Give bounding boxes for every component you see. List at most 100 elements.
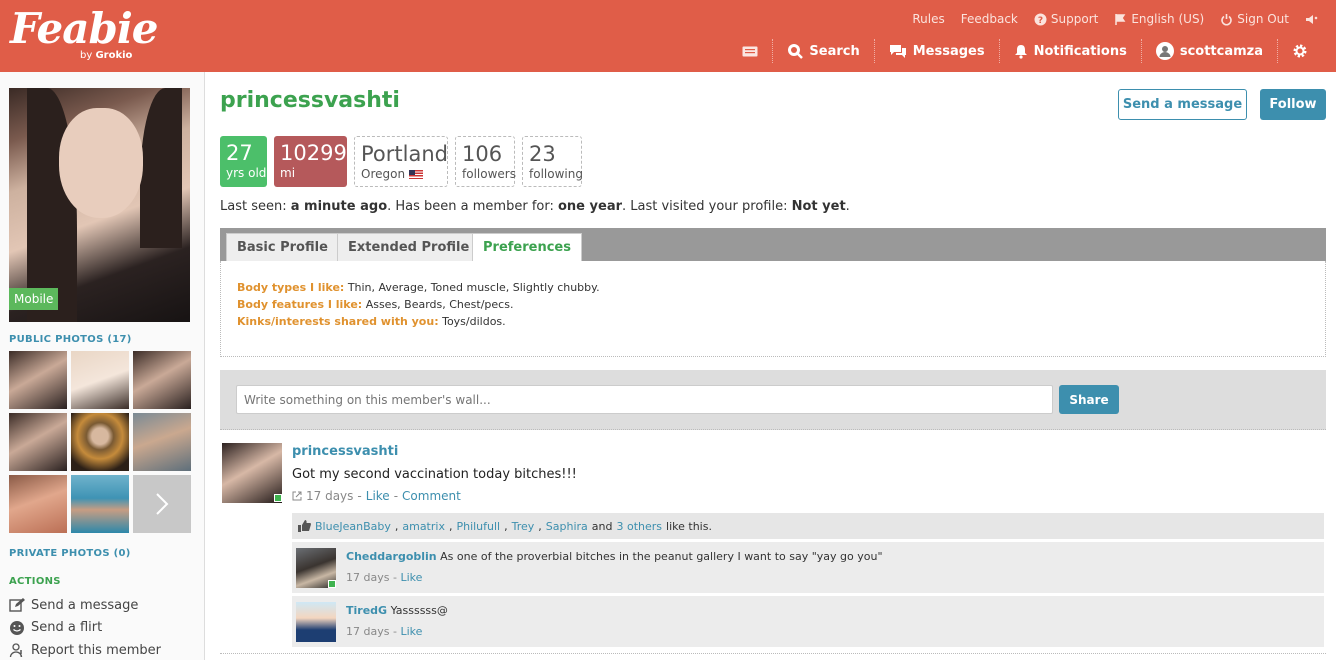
nav-search[interactable]: Search xyxy=(772,39,873,63)
photo-thumbnail[interactable] xyxy=(133,351,191,409)
nav-messages-label: Messages xyxy=(912,43,985,59)
liker-link[interactable]: amatrix xyxy=(402,520,445,533)
photo-grid xyxy=(9,351,191,533)
distance-label: mi xyxy=(280,166,296,180)
share-button[interactable]: Share xyxy=(1059,385,1119,414)
report-action[interactable]: Report this member xyxy=(9,639,161,662)
left-sidebar: Mobile PUBLIC PHOTOS (17) PRIVATE PHOTOS… xyxy=(0,72,205,660)
body-types-value: Thin, Average, Toned muscle, Slightly ch… xyxy=(347,281,600,294)
liker-link[interactable]: Philufull xyxy=(456,520,500,533)
city-value: Portland xyxy=(361,142,448,166)
sign-out-link[interactable]: Sign Out xyxy=(1220,12,1289,26)
comment-author[interactable]: TiredG xyxy=(346,604,387,617)
comment-text: Yassssss@ xyxy=(390,604,448,617)
language-link[interactable]: English (US) xyxy=(1114,12,1204,26)
liker-link[interactable]: BlueJeanBaby xyxy=(315,520,391,533)
likes-and: and xyxy=(591,519,613,533)
followers-value: 106 xyxy=(462,142,503,166)
keyboard-icon xyxy=(742,46,758,56)
photo-thumbnail[interactable] xyxy=(71,413,129,471)
comment-link[interactable]: Comment xyxy=(402,489,461,503)
comment-author[interactable]: Cheddargoblin xyxy=(346,550,437,563)
state-line: Oregon xyxy=(361,167,441,181)
kinks-value: Toys/dildos. xyxy=(442,315,506,328)
tab-extended-profile[interactable]: Extended Profile xyxy=(337,233,481,261)
liker-link[interactable]: Trey xyxy=(512,520,535,533)
us-flag-icon xyxy=(408,170,423,179)
profile-stats: 27 yrs old 10299 mi Portland Oregon 106 … xyxy=(220,136,583,187)
send-flirt-action[interactable]: Send a flirt xyxy=(9,617,161,640)
others-link[interactable]: 3 others xyxy=(617,520,663,533)
comment-age: 17 days xyxy=(346,625,390,638)
follow-button[interactable]: Follow xyxy=(1260,89,1326,120)
support-label: Support xyxy=(1050,12,1099,26)
liker-link[interactable]: Saphira xyxy=(546,520,588,533)
comment-avatar[interactable] xyxy=(296,602,336,642)
profile-photo[interactable] xyxy=(9,88,190,322)
sound-toggle[interactable] xyxy=(1305,13,1318,26)
age-value: 27 xyxy=(226,141,253,165)
flag-icon xyxy=(1115,13,1126,25)
nav-user-menu[interactable]: scottcamza xyxy=(1140,39,1277,63)
followers-label: followers xyxy=(462,167,516,181)
search-icon xyxy=(788,44,804,59)
private-photos-title[interactable]: PRIVATE PHOTOS (0) xyxy=(9,548,131,559)
main-content: princessvashti Send a message Follow 27 … xyxy=(220,72,1326,660)
like-link[interactable]: Like xyxy=(366,489,390,503)
chevron-right-icon xyxy=(156,493,169,515)
tab-preferences[interactable]: Preferences xyxy=(472,233,582,261)
svg-text:?: ? xyxy=(1038,16,1043,26)
photo-thumbnail[interactable] xyxy=(9,475,67,533)
photo-thumbnail[interactable] xyxy=(71,351,129,409)
send-message-action[interactable]: Send a message xyxy=(9,594,161,617)
external-link-icon[interactable] xyxy=(292,491,302,501)
rules-link[interactable]: Rules xyxy=(912,12,944,26)
send-message-button[interactable]: Send a message xyxy=(1118,89,1247,120)
photo-thumbnail[interactable] xyxy=(71,475,129,533)
public-photos-title[interactable]: PUBLIC PHOTOS (17) xyxy=(9,334,132,345)
online-indicator xyxy=(274,494,282,502)
nav-search-label: Search xyxy=(809,43,860,59)
speaker-icon xyxy=(1306,14,1318,24)
post-author-avatar[interactable] xyxy=(222,443,282,503)
comment-age: 17 days xyxy=(346,571,390,584)
wall-post-input[interactable] xyxy=(236,385,1053,414)
comment-item: Cheddargoblin As one of the proverbial b… xyxy=(292,542,1324,593)
body-features-value: Asses, Beards, Chest/pecs. xyxy=(365,298,514,311)
body-types-label: Body types I like: xyxy=(237,281,345,294)
followers-stat[interactable]: 106 followers xyxy=(455,136,516,187)
support-link[interactable]: ? Support xyxy=(1034,12,1098,26)
smiley-icon xyxy=(10,620,24,635)
nav-messages[interactable]: Messages xyxy=(873,39,999,63)
logo[interactable]: Feabie by Grokio xyxy=(10,4,159,61)
keyboard-nav-item[interactable] xyxy=(728,39,772,63)
post-author[interactable]: princessvashti xyxy=(292,444,398,459)
post-meta: 17 days - Like - Comment xyxy=(292,489,461,503)
distance-stat: 10299 mi xyxy=(274,136,347,187)
age-stat: 27 yrs old xyxy=(220,136,267,187)
help-icon: ? xyxy=(1034,13,1047,26)
divider xyxy=(220,653,1326,654)
visited-value: Not yet xyxy=(791,199,846,214)
thumbs-up-icon xyxy=(298,520,311,532)
kinks-label: Kinks/interests shared with you: xyxy=(237,315,439,328)
following-stat[interactable]: 23 following xyxy=(522,136,583,187)
send-flirt-label: Send a flirt xyxy=(31,620,103,636)
more-photos-button[interactable] xyxy=(133,475,191,533)
tab-basic-profile[interactable]: Basic Profile xyxy=(226,233,339,261)
top-header: Feabie by Grokio Rules Feedback ? Suppor… xyxy=(0,0,1336,72)
comment-like-link[interactable]: Like xyxy=(400,625,422,638)
nav-settings[interactable] xyxy=(1277,39,1322,63)
state-value: Oregon xyxy=(361,167,406,181)
nav-notifications[interactable]: Notifications xyxy=(998,39,1141,63)
photo-thumbnail[interactable] xyxy=(133,413,191,471)
comment-like-link[interactable]: Like xyxy=(400,571,422,584)
feedback-link[interactable]: Feedback xyxy=(961,12,1018,26)
following-label: following xyxy=(529,167,583,181)
report-user-icon xyxy=(9,643,23,658)
main-nav: Search Messages Notifications scottcamza xyxy=(728,38,1322,64)
photo-thumbnail[interactable] xyxy=(9,413,67,471)
photo-thumbnail[interactable] xyxy=(9,351,67,409)
body-features-label: Body features I like: xyxy=(237,298,363,311)
logo-byline: by Grokio xyxy=(80,50,133,61)
